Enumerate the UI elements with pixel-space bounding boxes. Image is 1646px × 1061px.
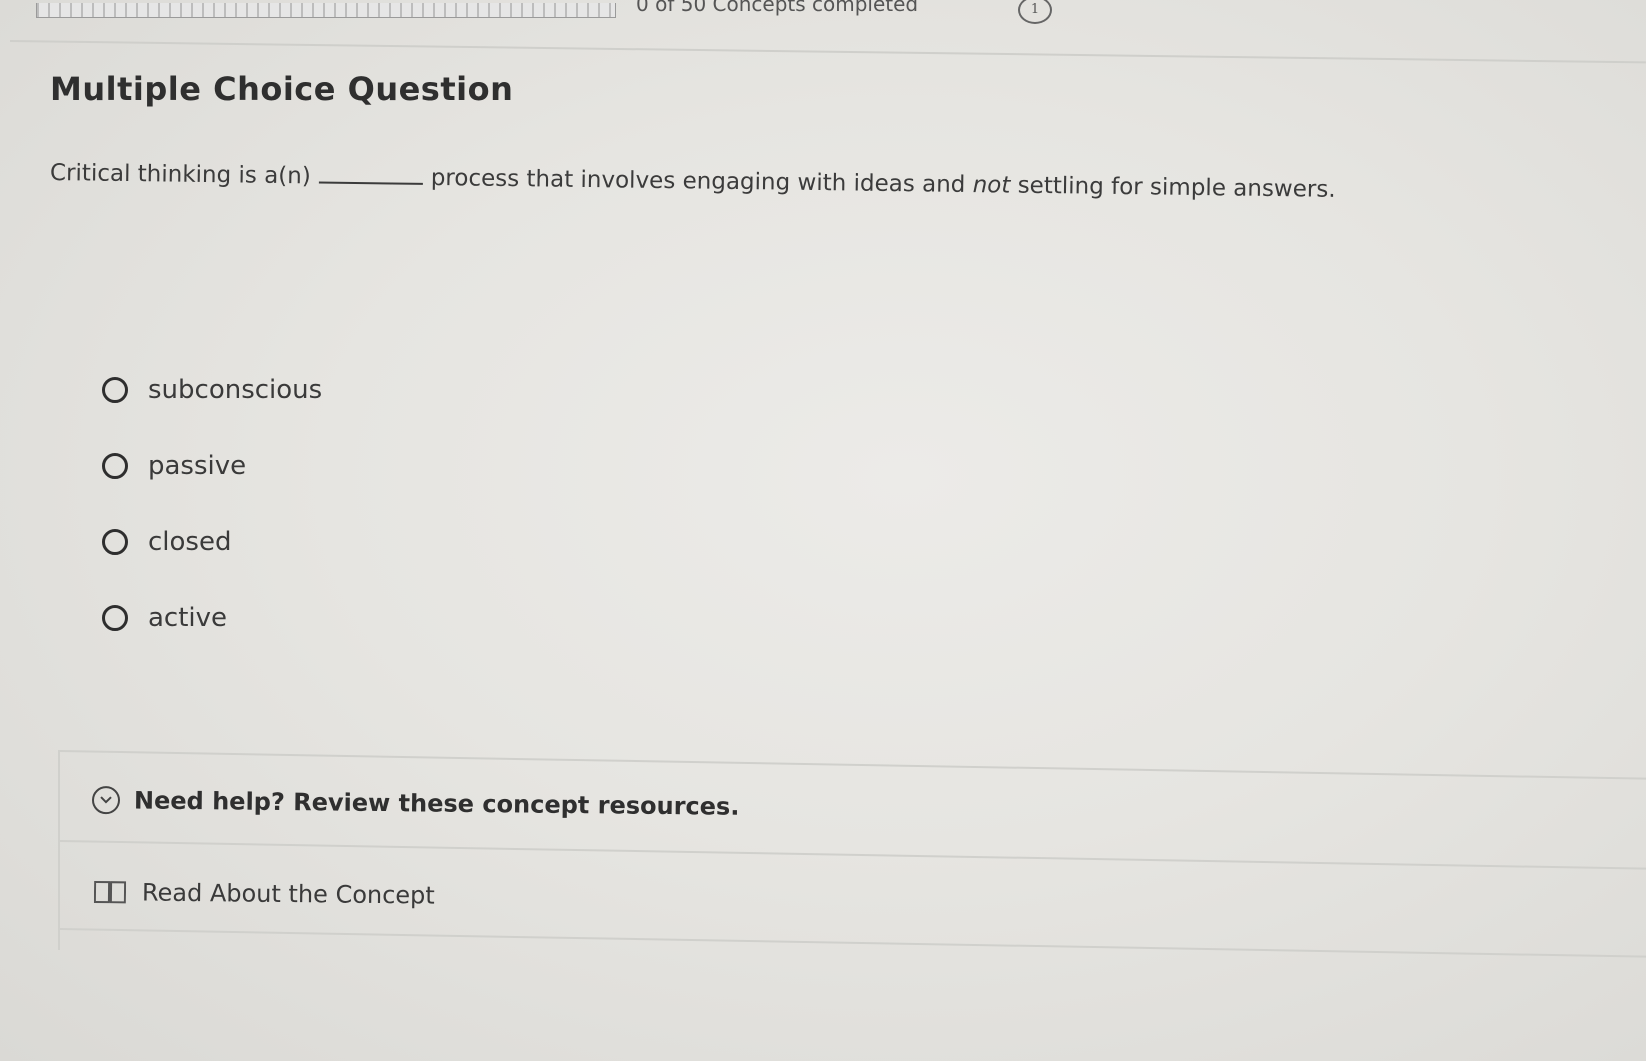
question-text-after: settling for simple answers. (1010, 172, 1336, 203)
choice-subconscious[interactable]: subconscious (102, 352, 322, 428)
help-panel-bottom-border (59, 928, 1646, 959)
choice-passive[interactable]: passive (102, 428, 322, 504)
radio-button[interactable] (102, 453, 128, 479)
header-divider (9, 40, 1646, 64)
help-divider (59, 840, 1646, 871)
choice-label: subconscious (148, 375, 323, 405)
question-text-middle: process that involves engaging with idea… (430, 164, 973, 199)
question-text-before: Critical thinking is a(n) (49, 160, 311, 190)
help-panel-top-border (59, 750, 1646, 781)
question-text-emphasis: not (972, 172, 1011, 199)
choice-label: passive (148, 451, 247, 481)
radio-button[interactable] (102, 377, 128, 403)
choice-closed[interactable]: closed (102, 504, 322, 580)
resource-label: Read About the Concept (141, 878, 435, 910)
question-type-title: Multiple Choice Question (50, 70, 514, 108)
choice-label: closed (148, 527, 232, 557)
answer-blank (318, 181, 423, 185)
progress-bar (36, 0, 616, 18)
choice-label: active (148, 603, 228, 633)
answer-choices: subconscious passive closed active (102, 352, 322, 656)
progress-text: 0 of 50 Concepts completed (636, 0, 919, 16)
book-icon (93, 880, 127, 904)
choice-active[interactable]: active (102, 580, 322, 656)
info-badge[interactable]: 1 (1018, 0, 1052, 24)
radio-button[interactable] (102, 605, 128, 631)
question-text: Critical thinking is a(n) process that in… (50, 160, 1336, 203)
progress-segments (36, 3, 616, 18)
help-title: Need help? Review these concept resource… (133, 786, 740, 821)
resource-read-about-concept[interactable]: Read About the Concept (93, 878, 435, 910)
radio-button[interactable] (102, 529, 128, 555)
help-toggle[interactable]: Need help? Review these concept resource… (91, 786, 740, 821)
help-panel: Need help? Review these concept resource… (58, 750, 1646, 959)
chevron-down-icon[interactable] (91, 786, 121, 815)
page: 0 of 50 Concepts completed 1 Multiple Ch… (0, 0, 1646, 1061)
